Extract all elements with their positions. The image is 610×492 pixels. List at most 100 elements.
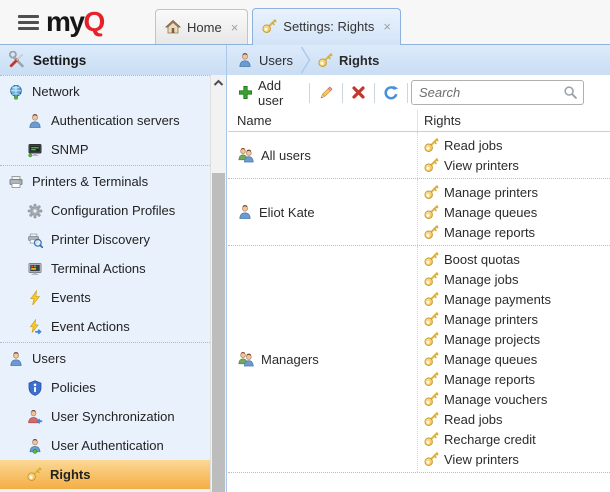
right-item: View printers	[424, 155, 610, 175]
right-label: Manage jobs	[444, 272, 518, 287]
key-icon	[424, 272, 439, 287]
sidebar-item-printers-terminals[interactable]: Printers & Terminals	[0, 167, 210, 196]
bolt-icon	[27, 290, 43, 306]
right-label: Read jobs	[444, 138, 503, 153]
key-icon	[424, 158, 439, 173]
edit-button[interactable]	[313, 83, 339, 103]
close-icon[interactable]: ×	[383, 20, 391, 33]
printer-icon	[8, 174, 24, 190]
right-label: Manage vouchers	[444, 392, 547, 407]
table-header: Name Rights	[228, 110, 610, 132]
key-icon	[424, 392, 439, 407]
sidebar-item-label: Printer Discovery	[51, 232, 150, 247]
hamburger-menu-icon[interactable]	[18, 15, 39, 30]
right-item: Manage queues	[424, 349, 610, 369]
breadcrumb-label: Users	[259, 53, 293, 68]
sidebar-item-events[interactable]: Events	[0, 283, 210, 312]
logo-text-my: my	[46, 6, 83, 37]
search-input[interactable]	[417, 84, 563, 101]
search-icon[interactable]	[563, 85, 578, 100]
bolt-arrow-icon	[27, 319, 43, 335]
tab-home[interactable]: Home×	[155, 9, 248, 44]
add-user-label: Add user	[258, 78, 301, 108]
right-label: Manage queues	[444, 352, 537, 367]
row-name-cell[interactable]: Eliot Kate	[228, 179, 417, 245]
right-item: Boost quotas	[424, 249, 610, 269]
sidebar-item-user-authentication[interactable]: User Authentication	[0, 431, 210, 460]
close-icon[interactable]: ×	[231, 21, 239, 34]
top-bar: myQ Home×Settings: Rights×	[0, 0, 610, 44]
sidebar-scrollbar[interactable]	[210, 75, 226, 492]
sidebar-item-policies[interactable]: Policies	[0, 373, 210, 402]
add-user-button[interactable]: Add user	[233, 76, 306, 110]
sidebar-section-network: NetworkAuthentication serversSNMP	[0, 75, 210, 165]
refresh-button[interactable]	[378, 83, 404, 103]
sidebar-section-printers-terminals: Printers & Terminals Configuration Profil…	[0, 165, 210, 342]
sidebar-item-configuration-profiles[interactable]: Configuration Profiles	[0, 196, 210, 225]
sidebar-item-network[interactable]: Network	[0, 77, 210, 106]
user-icon	[237, 52, 253, 68]
group-icon	[237, 351, 255, 367]
right-item: Manage projects	[424, 329, 610, 349]
scroll-up-icon[interactable]	[211, 75, 226, 91]
scrollbar-thumb[interactable]	[212, 173, 225, 492]
row-rights-cell: Read jobs View printers	[417, 132, 610, 178]
right-label: Manage reports	[444, 372, 535, 387]
sidebar-item-rights[interactable]: Rights	[0, 460, 210, 489]
breadcrumb-item-users[interactable]: Users	[237, 52, 293, 68]
sidebar-item-label: Policies	[51, 380, 96, 395]
delete-button[interactable]	[346, 83, 371, 102]
right-item: Manage payments	[424, 289, 610, 309]
right-label: Boost quotas	[444, 252, 520, 267]
sidebar-item-users[interactable]: Users	[0, 344, 210, 373]
pencil-icon	[318, 85, 334, 101]
sidebar-item-label: Printers & Terminals	[32, 174, 148, 189]
sidebar-item-user-synchronization[interactable]: User Synchronization	[0, 402, 210, 431]
delete-icon	[351, 85, 366, 100]
sidebar-item-label: Configuration Profiles	[51, 203, 175, 218]
gear-icon	[27, 203, 43, 219]
tab-settings-rights[interactable]: Settings: Rights×	[252, 8, 401, 45]
key-icon	[27, 467, 42, 482]
right-item: Manage printers	[424, 182, 610, 202]
right-label: View printers	[444, 158, 519, 173]
row-rights-cell: Manage printersManage queuesManage repor…	[417, 179, 610, 245]
panel-header-strip: Settings UsersRights	[0, 44, 610, 75]
key-icon	[424, 312, 439, 327]
sidebar-item-event-actions[interactable]: Event Actions	[0, 312, 210, 341]
key-icon	[318, 53, 333, 68]
table-row[interactable]: All users Read jobs View printers	[228, 132, 610, 179]
tab-bar: Home×Settings: Rights×	[155, 8, 401, 44]
column-header-rights[interactable]: Rights	[417, 110, 610, 131]
column-header-name[interactable]: Name	[228, 110, 417, 131]
right-label: Manage reports	[444, 225, 535, 240]
toolbar: Add user	[228, 75, 610, 110]
settings-sidebar: NetworkAuthentication serversSNMPPrinter…	[0, 75, 227, 492]
table-row[interactable]: Managers Boost quotas Manage jobs Manage pa…	[228, 246, 610, 473]
sidebar-section-users: Users Policies User Synchronization User Au…	[0, 342, 210, 490]
key-icon	[424, 452, 439, 467]
sidebar-item-terminal-actions[interactable]: Terminal Actions	[0, 254, 210, 283]
rights-panel: Add user Name Rights All usersRea	[228, 75, 610, 492]
breadcrumb-label: Rights	[339, 53, 379, 68]
row-name-cell[interactable]: Managers	[228, 246, 417, 472]
sidebar-item-label: Event Actions	[51, 319, 130, 334]
toolbar-separator	[407, 83, 408, 103]
row-name-label: All users	[261, 148, 311, 163]
globe-icon	[8, 84, 24, 100]
sidebar-item-snmp[interactable]: SNMP	[0, 135, 210, 164]
row-name-cell[interactable]: All users	[228, 132, 417, 178]
right-label: Recharge credit	[444, 432, 536, 447]
sidebar-item-authentication-servers[interactable]: Authentication servers	[0, 106, 210, 135]
sidebar-item-printer-discovery[interactable]: Printer Discovery	[0, 225, 210, 254]
right-label: Manage payments	[444, 292, 551, 307]
sidebar-item-label: Rights	[50, 467, 90, 482]
sidebar-item-label: Users	[32, 351, 66, 366]
row-rights-cell: Boost quotas Manage jobs Manage payments Ma…	[417, 246, 610, 472]
sidebar-item-label: User Authentication	[51, 438, 164, 453]
search-box[interactable]	[411, 80, 584, 105]
key-icon	[424, 205, 439, 220]
table-row[interactable]: Eliot KateManage printersManage queuesMa…	[228, 179, 610, 246]
breadcrumb-item-rights[interactable]: Rights	[318, 53, 379, 68]
sidebar-item-label: Events	[51, 290, 91, 305]
